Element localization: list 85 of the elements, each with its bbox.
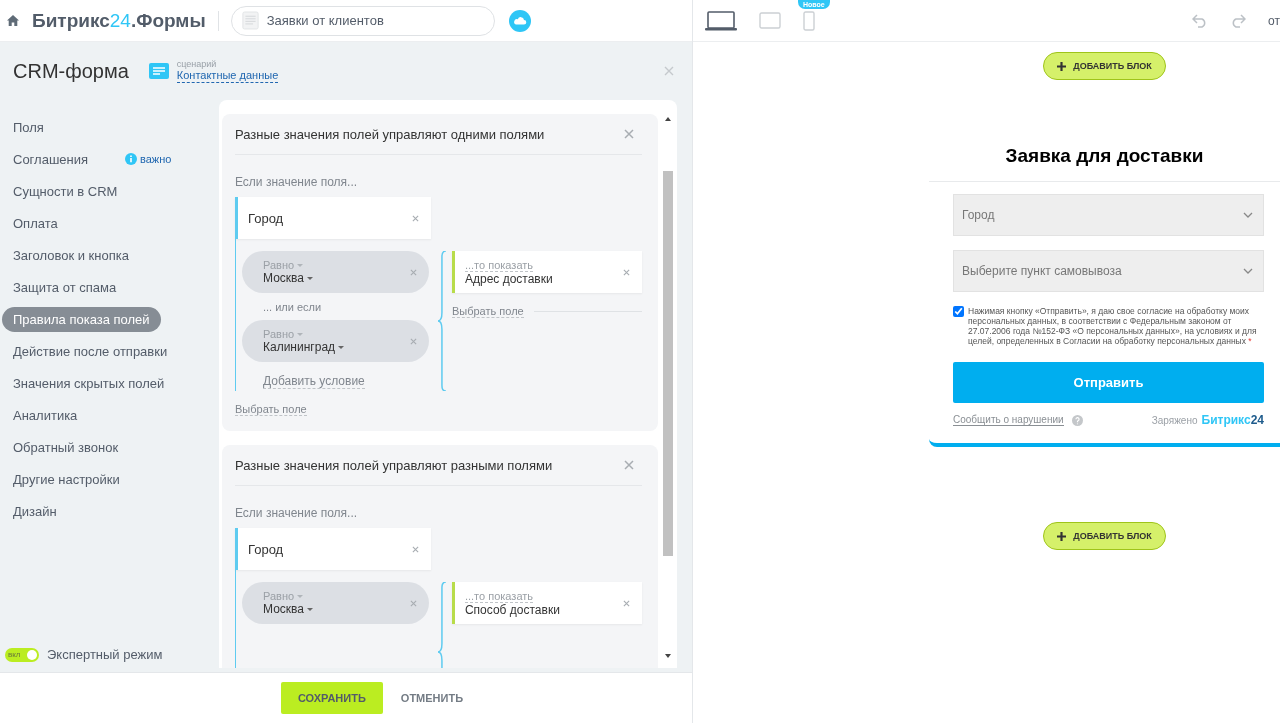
- add-block-button[interactable]: ДОБАВИТЬ БЛОК: [1043, 522, 1166, 550]
- rule-title: Разные значения полей управляют разными полями: [235, 457, 553, 473]
- remove-icon[interactable]: [412, 214, 419, 222]
- condition-pill[interactable]: Равно Москва: [242, 582, 430, 624]
- phone-icon[interactable]: [803, 10, 815, 31]
- value-dropdown[interactable]: Москва: [263, 271, 411, 285]
- scroll-up-icon[interactable]: [665, 117, 671, 121]
- action-card[interactable]: ...то показать Адрес доставки: [451, 251, 642, 293]
- laptop-icon[interactable]: [705, 10, 737, 31]
- remove-icon[interactable]: [410, 599, 418, 607]
- scroll-down-icon[interactable]: [665, 654, 671, 658]
- value-dropdown[interactable]: Калининград: [263, 340, 411, 354]
- help-icon[interactable]: [1071, 414, 1083, 426]
- sidebar-item[interactable]: Заголовок и кнопка: [2, 242, 140, 268]
- field-card[interactable]: Город: [235, 528, 431, 570]
- important-note: важно: [140, 153, 172, 165]
- field-card[interactable]: Город: [235, 197, 431, 239]
- rule-title: Разные значения полей управляют одними полями: [235, 126, 545, 142]
- sidebar-item[interactable]: Сущности в CRM: [2, 178, 129, 204]
- sidebar-item[interactable]: Аналитика: [2, 402, 89, 428]
- or-label: ... или если: [263, 301, 323, 313]
- cloud-icon[interactable]: [508, 9, 531, 32]
- add-condition-link[interactable]: Добавить условие: [263, 374, 365, 389]
- close-icon[interactable]: [624, 129, 634, 139]
- action-field: Способ доставки: [464, 602, 623, 617]
- action-caption: ...то показать: [464, 589, 534, 603]
- save-button[interactable]: СОХРАНИТЬ: [280, 682, 383, 714]
- plus-icon: [1057, 531, 1067, 541]
- sidebar-item[interactable]: Действие после отправки: [2, 338, 179, 364]
- close-icon[interactable]: [664, 66, 674, 76]
- info-icon: [125, 153, 138, 165]
- sidebar-item[interactable]: Соглашения: [2, 146, 100, 172]
- sidebar-item[interactable]: Другие настройки: [2, 466, 131, 492]
- report-link[interactable]: Сообщить о нарушении: [953, 414, 1064, 426]
- scenario-caption: сценарий: [176, 59, 218, 69]
- home-icon[interactable]: [7, 15, 19, 26]
- condition-caption: Если значение поля...: [235, 506, 359, 520]
- plus-icon: [1057, 61, 1067, 71]
- sidebar-item[interactable]: Правила показа полей: [2, 306, 161, 332]
- sidebar-item[interactable]: Поля: [2, 114, 55, 140]
- tablet-icon[interactable]: [759, 12, 781, 29]
- select-field[interactable]: Выберите пункт самовывоза: [953, 250, 1264, 292]
- select-field[interactable]: Город: [953, 194, 1264, 236]
- brand-logo: Битрикс24: [1201, 413, 1264, 427]
- action-caption: ...то показать: [464, 258, 534, 272]
- condition-pill[interactable]: Равно Москва: [242, 251, 430, 293]
- panel-title: CRM-форма: [13, 59, 129, 83]
- app-logo: Битрикс24.Формы: [32, 9, 206, 32]
- action-card[interactable]: ...то показать Способ доставки: [451, 582, 642, 624]
- remove-icon[interactable]: [410, 337, 418, 345]
- action-field: Адрес доставки: [464, 271, 623, 286]
- pick-field-link[interactable]: Выбрать поле: [451, 305, 524, 318]
- remove-icon[interactable]: [410, 268, 418, 276]
- consent-checkbox[interactable]: [953, 306, 964, 317]
- sidebar-item[interactable]: Значения скрытых полей: [2, 370, 176, 396]
- chevron-icon: [1243, 212, 1253, 218]
- condition-pill[interactable]: Равно Калининград: [242, 320, 430, 362]
- add-block-button[interactable]: ДОБАВИТЬ БЛОК: [1043, 52, 1166, 80]
- cancel-button[interactable]: ОТМЕНИТЬ: [394, 691, 470, 705]
- value-dropdown[interactable]: Москва: [263, 602, 411, 616]
- field-name: Город: [248, 541, 285, 557]
- expert-mode-toggle[interactable]: вкл: [5, 647, 39, 662]
- remove-icon[interactable]: [412, 545, 419, 553]
- field-name: Город: [248, 210, 285, 226]
- scrollbar-thumb[interactable]: [663, 171, 673, 556]
- consent-text: Нажимая кнопку «Отправить», я даю свое согласие на обработку моих персональных данных, в соответствии с Федеральным законом от 27.07.2006 года №152-ФЗ «О персональных данных», на условиях и для целей, определенных в Согласии на обработку персональных данных *: [968, 306, 1258, 346]
- undo-icon[interactable]: [1192, 13, 1208, 28]
- expert-mode-label: Экспертный режим: [47, 647, 163, 662]
- condition-caption: Если значение поля...: [235, 175, 359, 189]
- pick-field-link[interactable]: Выбрать поле: [235, 403, 307, 416]
- document-icon: [241, 11, 259, 30]
- remove-icon[interactable]: [623, 599, 630, 607]
- remove-icon[interactable]: [623, 268, 630, 276]
- powered-by-text: Заряжено: [1151, 414, 1198, 426]
- chevron-icon: [1243, 268, 1253, 274]
- form-title: Заявка для доставки: [929, 145, 1280, 182]
- scenario-link[interactable]: Контактные данные: [176, 69, 279, 83]
- toolbar-text[interactable]: от: [1268, 13, 1280, 28]
- sidebar-item[interactable]: Защита от спама: [2, 274, 128, 300]
- close-icon[interactable]: [624, 460, 634, 470]
- scenario-icon: [148, 63, 169, 79]
- sidebar-item[interactable]: Обратный звонок: [2, 434, 130, 460]
- sidebar-item[interactable]: Оплата: [2, 210, 69, 236]
- sidebar-item[interactable]: Дизайн: [2, 498, 68, 524]
- redo-icon[interactable]: [1230, 13, 1246, 28]
